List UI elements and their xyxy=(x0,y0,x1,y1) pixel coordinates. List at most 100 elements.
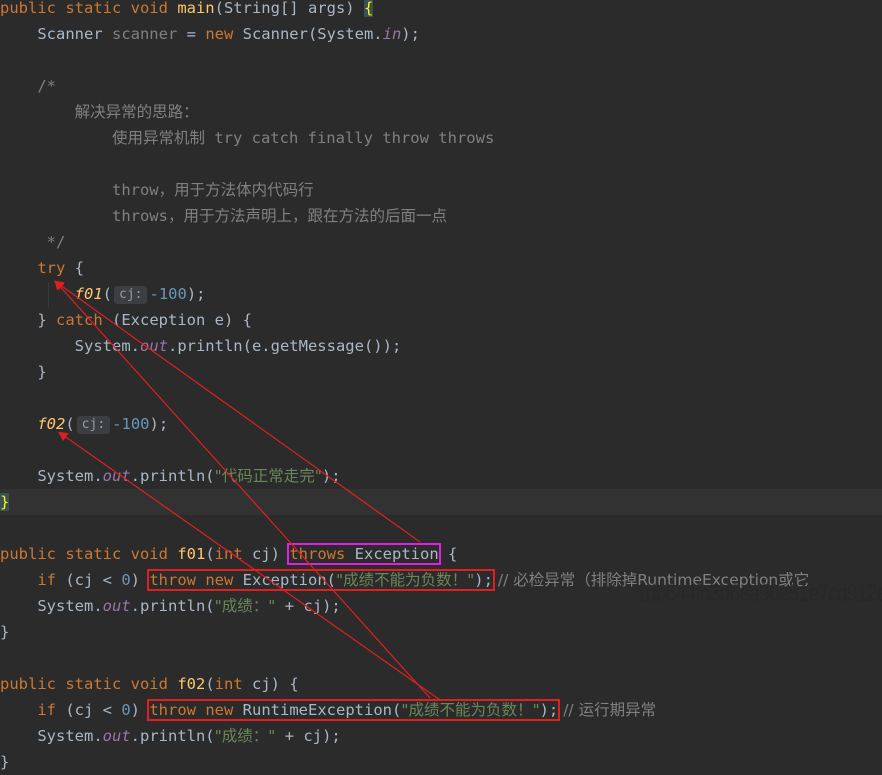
code-text: ( xyxy=(102,285,112,303)
code-text: } xyxy=(37,363,47,381)
code-text: Scanner xyxy=(37,25,112,43)
keyword: throw new xyxy=(149,571,234,589)
code-text: ); xyxy=(186,285,206,303)
code-line-1[interactable]: public static void main(String[] args) { xyxy=(0,0,882,21)
code-text: } xyxy=(0,623,10,641)
code-text: .println( xyxy=(130,467,215,485)
comment-line[interactable]: 使用异常机制 try catch finally throw throws xyxy=(0,125,882,151)
code-line-close-brace[interactable]: } xyxy=(0,359,882,385)
code-line-f02-throw[interactable]: if (cj < 0) throw new RuntimeException("… xyxy=(0,697,882,723)
string-literal: "成绩：" xyxy=(214,727,276,745)
code-line-try[interactable]: try { xyxy=(0,255,882,281)
code-line-print-message[interactable]: System.out.println(e.getMessage()); xyxy=(0,333,882,359)
keyword: public static void xyxy=(0,675,178,693)
code-text: (String[] args) xyxy=(214,0,364,17)
code-text: + cj); xyxy=(275,727,341,745)
code-text: ) xyxy=(130,701,150,719)
comment-line[interactable]: 解决异常的思路： xyxy=(0,99,882,125)
comment-line[interactable]: */ xyxy=(0,229,882,255)
keyword: int xyxy=(214,675,243,693)
code-text: ); xyxy=(474,571,493,589)
string-literal: "成绩不能为负数！" xyxy=(336,571,475,589)
code-editor[interactable]: public static void main(String[] args) {… xyxy=(0,0,882,771)
static-field: out xyxy=(102,467,131,485)
method-name: f01 xyxy=(177,545,206,563)
matched-brace: { xyxy=(363,0,374,17)
comment-text: */ xyxy=(37,233,66,251)
code-text: ( xyxy=(205,675,215,693)
keyword: try xyxy=(37,259,66,277)
code-text: } xyxy=(0,753,10,771)
keyword: public static void xyxy=(0,0,178,17)
code-text: { xyxy=(65,259,84,277)
code-line-f02-print[interactable]: System.out.println("成绩：" + cj); xyxy=(0,723,882,749)
keyword: throw new xyxy=(149,701,234,719)
code-text: (cj < xyxy=(56,701,122,719)
throw-highlight-box: throw new Exception("成绩不能为负数！"); xyxy=(147,569,495,591)
comment-text: 解决异常的思路： xyxy=(74,103,199,121)
throws-highlight-box: throws Exception xyxy=(287,543,441,565)
code-line-main-end[interactable]: } xyxy=(0,489,882,515)
code-line-print-done[interactable]: System.out.println("代码正常走完"); xyxy=(0,463,882,489)
keyword: catch xyxy=(56,311,103,329)
code-text: } xyxy=(37,311,56,329)
method-name: main xyxy=(177,0,215,17)
code-text: Exception( xyxy=(233,571,336,589)
code-line-catch[interactable]: } catch (Exception e) { xyxy=(0,307,882,333)
code-text: .println(e.getMessage()); xyxy=(167,337,402,355)
comment-text: 使用异常机制 try catch finally throw throws xyxy=(111,129,495,147)
method-call: f02 xyxy=(37,415,66,433)
code-text: ( xyxy=(65,415,75,433)
code-text: RuntimeException( xyxy=(233,701,402,719)
parameter-hint: cj: xyxy=(76,416,111,434)
code-text: System. xyxy=(37,467,103,485)
keyword: public static void xyxy=(0,545,178,563)
code-text: Scanner(System. xyxy=(233,25,383,43)
code-text: Exception xyxy=(345,545,439,563)
parameter-hint: cj: xyxy=(114,286,148,304)
keyword: new xyxy=(205,25,234,43)
static-field: out xyxy=(139,337,168,355)
number-literal: 0 xyxy=(121,701,131,719)
code-text: (cj < xyxy=(56,571,122,589)
number-literal: -100 xyxy=(112,415,150,433)
code-text: cj) xyxy=(242,545,290,563)
code-text: .println( xyxy=(130,727,215,745)
method-name: f02 xyxy=(177,675,206,693)
code-line-f02-end[interactable]: } xyxy=(0,749,882,775)
comment-text: throw，用于方法体内代码行 xyxy=(111,181,314,199)
code-text: ); xyxy=(149,415,169,433)
static-field: in xyxy=(382,25,402,43)
keyword: int xyxy=(214,545,243,563)
code-line-f01-end[interactable]: } xyxy=(0,619,882,645)
comment-line[interactable]: /* xyxy=(0,73,882,99)
number-literal: -100 xyxy=(149,285,187,303)
code-text: = xyxy=(177,25,206,43)
watermark: 1db644fb3d6ea90e51e7cd912e xyxy=(636,580,882,607)
method-call: f01 xyxy=(74,285,103,303)
code-text: ) xyxy=(130,571,150,589)
code-text: { xyxy=(438,545,458,563)
code-text: System. xyxy=(74,337,140,355)
code-line-f01-decl[interactable]: public static void f01(int cj) throws Ex… xyxy=(0,541,882,567)
code-text: System. xyxy=(37,727,103,745)
code-line-2[interactable]: Scanner scanner = new Scanner(System.in)… xyxy=(0,21,882,47)
string-literal: "成绩：" xyxy=(214,597,276,615)
code-line-f02-call[interactable]: f02(cj: -100); xyxy=(0,411,882,437)
comment-text: throws，用于方法声明上，跟在方法的后面一点 xyxy=(111,207,447,225)
code-text: (Exception e) { xyxy=(102,311,252,329)
comment-text: /* xyxy=(37,77,56,95)
keyword: if xyxy=(37,701,56,719)
code-line-f01-call[interactable]: f01(cj: -100); xyxy=(0,281,882,307)
code-text: ); xyxy=(539,701,559,719)
comment-line[interactable]: throws，用于方法声明上，跟在方法的后面一点 xyxy=(0,203,882,229)
code-text: ); xyxy=(321,467,341,485)
code-line-f02-decl[interactable]: public static void f02(int cj) { xyxy=(0,671,882,697)
throw-highlight-box: throw new RuntimeException("成绩不能为负数！"); xyxy=(147,699,561,721)
comment-line[interactable]: throw，用于方法体内代码行 xyxy=(0,177,882,203)
code-text: .println( xyxy=(130,597,215,615)
static-field: out xyxy=(102,727,131,745)
code-text: cj) { xyxy=(242,675,299,693)
keyword: throws xyxy=(289,545,346,563)
code-text: System. xyxy=(37,597,103,615)
